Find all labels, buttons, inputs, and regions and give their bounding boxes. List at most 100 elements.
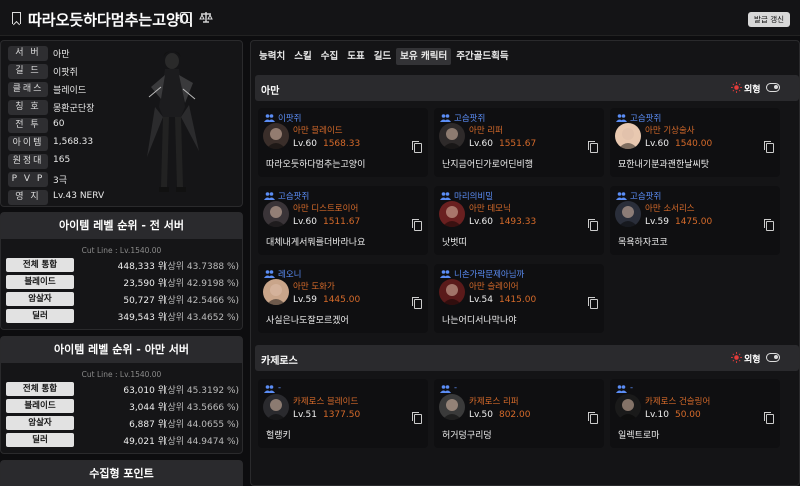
character-card[interactable]: 이팟쥐 아만 블레이드 Lv.60 1568.33 따라오듯하다멈추는고양이 <box>258 108 428 177</box>
rank-percent: (상위 43.5666 %) <box>164 403 240 413</box>
character-card[interactable]: - 카제로스 리퍼 Lv.50 802.00 허거덩구리덩 <box>434 379 604 448</box>
profile-card-icon[interactable] <box>180 12 192 23</box>
item-level: 1511.67 <box>322 217 361 227</box>
guild-name: - <box>630 383 634 393</box>
server-class: 카제로스 블레이드 <box>293 395 358 407</box>
item-level: 1568.33 <box>322 139 361 149</box>
tab-6[interactable]: 주간골드획득 <box>452 48 512 65</box>
copy-icon[interactable] <box>412 219 422 231</box>
guild-members-icon <box>264 385 275 393</box>
guild-name: 고슴팟쥐 <box>278 192 310 202</box>
character-card[interactable]: 니손가락문제아님까 아만 슬레이어 Lv.54 1415.00 나는어디서나막나야 <box>434 264 604 333</box>
character-avatar <box>263 279 289 305</box>
guild-members-icon <box>440 385 451 393</box>
rank-all-cutline: Cut Line : Lv.1540.00 <box>81 246 162 255</box>
profile-key: 전 투 <box>8 118 48 133</box>
server-name: 아만 <box>261 86 280 97</box>
profile-key: 원정대 <box>8 154 48 169</box>
rank-percent: (상위 43.4652 %) <box>164 313 240 323</box>
tab-5[interactable]: 보유 캐릭터 <box>396 48 452 65</box>
profile-value: 165 <box>53 155 71 165</box>
guild-name: - <box>278 383 282 393</box>
copy-icon[interactable] <box>764 219 774 231</box>
rank-value: 23,590 위 <box>123 279 166 289</box>
tab-1[interactable]: 스킬 <box>290 48 315 65</box>
rank-key: 암살자 <box>6 416 74 430</box>
copy-icon[interactable] <box>588 297 598 309</box>
look-toggle[interactable] <box>766 83 780 92</box>
rank-row: 블레이드 3,044 위 (상위 43.5666 %) <box>6 398 242 415</box>
card-class: 디스트로이어 <box>311 204 359 214</box>
rank-percent: (상위 44.0655 %) <box>164 420 240 430</box>
copy-icon[interactable] <box>588 141 598 153</box>
item-level: 1415.00 <box>498 295 537 305</box>
character-card[interactable]: 레오니 아만 도화가 Lv.59 1445.00 사실은나도잘모르겠어 <box>258 264 428 333</box>
rank-percent: (상위 42.9198 %) <box>164 279 240 289</box>
copy-icon[interactable] <box>412 297 422 309</box>
rank-all-servers: 아이템 레벨 순위 - 전 서버 Cut Line : Lv.1540.00 전… <box>0 212 243 330</box>
character-card[interactable]: - 카제로스 건슬링어 Lv.10 50.00 일렉트로마 <box>610 379 780 448</box>
rank-key: 전체 통합 <box>6 382 74 396</box>
tab-4[interactable]: 길드 <box>370 48 395 65</box>
guild-name: 레오니 <box>278 270 302 280</box>
server-class: 아만 블레이드 <box>293 124 343 136</box>
item-level: 802.00 <box>498 410 531 420</box>
rank-key: 블레이드 <box>6 399 74 413</box>
rank-row: 전체 통합 448,333 위 (상위 43.7388 %) <box>6 257 242 274</box>
server-class: 아만 슬레이어 <box>469 280 519 292</box>
character-level: Lv.60 <box>293 139 317 149</box>
copy-icon[interactable] <box>764 412 774 424</box>
character-avatar <box>615 201 641 227</box>
level-line: Lv.59 1475.00 <box>645 217 712 227</box>
character-card[interactable]: 마리의비밀 아만 데모닉 Lv.60 1493.33 낫벗띠 <box>434 186 604 255</box>
card-server: 아만 <box>645 126 661 136</box>
rank-row: 암살자 50,727 위 (상위 42.5466 %) <box>6 291 242 308</box>
rank-key: 딜러 <box>6 309 74 323</box>
scale-icon[interactable] <box>199 10 213 24</box>
copy-icon[interactable] <box>588 219 598 231</box>
rank-row: 암살자 6,887 위 (상위 44.0655 %) <box>6 415 242 432</box>
rank-key: 블레이드 <box>6 275 74 289</box>
card-class: 블레이드 <box>311 126 343 136</box>
level-line: Lv.54 1415.00 <box>469 295 536 305</box>
card-server: 아만 <box>469 126 485 136</box>
level-line: Lv.51 1377.50 <box>293 410 360 420</box>
character-name: 대체내게서뭐를더바라나요 <box>266 238 366 248</box>
rank-value: 50,727 위 <box>123 296 166 306</box>
item-level: 1445.00 <box>322 295 361 305</box>
refresh-button[interactable]: 발급 갱신 <box>748 12 790 27</box>
tab-2[interactable]: 수집 <box>317 48 342 65</box>
copy-icon[interactable] <box>412 141 422 153</box>
card-server: 카제로스 <box>645 397 677 407</box>
tab-3[interactable]: 도표 <box>343 48 368 65</box>
character-level: Lv.51 <box>293 410 317 420</box>
guild-name: 고슴팟쥐 <box>630 192 662 202</box>
card-class: 소서리스 <box>663 204 695 214</box>
page-header: 따라오듯하다멈추는고양이 발급 갱신 <box>0 0 800 36</box>
card-class: 건슬링어 <box>678 397 711 407</box>
level-line: Lv.10 50.00 <box>645 410 701 420</box>
character-card[interactable]: 고슴팟쥐 아만 소서리스 Lv.59 1475.00 목욕하자코코 <box>610 186 780 255</box>
server-class: 카제로스 건슬링어 <box>645 395 710 407</box>
character-title: 따라오듯하다멈추는고양이 <box>28 11 194 29</box>
character-card[interactable]: 고슴팟쥐 아만 리퍼 Lv.60 1551.67 난지금어딘가로어딘비행 <box>434 108 604 177</box>
card-server: 아만 <box>469 282 485 292</box>
character-card[interactable]: - 카제로스 블레이드 Lv.51 1377.50 헐랭키 <box>258 379 428 448</box>
copy-icon[interactable] <box>588 412 598 424</box>
card-class: 슬레이어 <box>487 282 519 292</box>
character-card[interactable]: 고슴팟쥐아만 디스트로이어 Lv.60 1511.67 대체내게서뭐를더바라나요 <box>258 186 428 255</box>
look-toggle[interactable] <box>766 353 780 362</box>
rank-percent: (상위 42.5466 %) <box>164 296 240 306</box>
character-card[interactable]: 고슴팟쥐 아만 기상술사 Lv.60 1540.00 묘한내기분과괜한날씨탓 <box>610 108 780 177</box>
profile-key: 클래스 <box>8 82 48 97</box>
character-level: Lv.60 <box>293 217 317 227</box>
tab-0[interactable]: 능력치 <box>255 48 289 65</box>
card-server: 아만 <box>293 204 309 214</box>
guild-name: 이팟쥐 <box>278 114 302 124</box>
copy-icon[interactable] <box>764 141 774 153</box>
guild-members-icon <box>264 270 275 278</box>
guild-members-icon <box>616 192 627 200</box>
guild-members-icon <box>264 114 275 122</box>
bookmark-icon[interactable] <box>12 12 21 24</box>
copy-icon[interactable] <box>412 412 422 424</box>
